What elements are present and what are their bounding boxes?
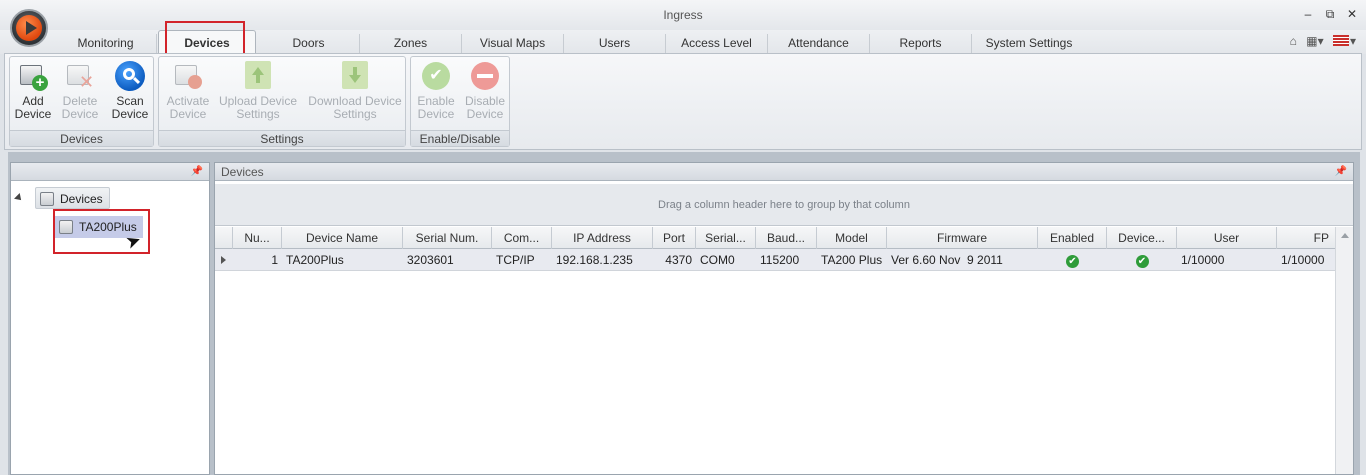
cell-device-name: TA200Plus <box>286 253 344 267</box>
column-header-serial-num[interactable]: Serial Num. <box>403 227 492 249</box>
disable-device-button[interactable]: Disable Device <box>463 61 507 121</box>
delete-device-label-2: Device <box>61 107 99 121</box>
column-header-model[interactable]: Model <box>817 227 887 249</box>
tab-system-settings[interactable]: System Settings <box>972 34 1086 54</box>
grid-header: Nu... Device Name Serial Num. Com... IP … <box>215 227 1335 249</box>
download-settings-icon <box>340 61 370 91</box>
device-tree-header: 📌 <box>11 163 209 181</box>
delete-device-button[interactable]: ✕ Delete Device <box>60 61 100 121</box>
cell-device-status: ✔ <box>1107 249 1177 271</box>
scan-device-label-2: Device <box>111 107 149 121</box>
group-by-area[interactable]: Drag a column header here to group by th… <box>215 184 1353 226</box>
row-indicator-icon <box>221 256 226 264</box>
cell-baud: 115200 <box>760 253 800 267</box>
vertical-scrollbar[interactable] <box>1335 227 1353 474</box>
column-header-firmware[interactable]: Firmware <box>887 227 1038 249</box>
ribbon-group-enable-disable: ✔ Enable Device Disable Device Enable/Di… <box>410 56 510 147</box>
check-icon: ✔ <box>1135 255 1149 268</box>
window-title: Ingress <box>663 8 703 22</box>
column-header-device-name[interactable]: Device Name <box>282 227 403 249</box>
device-group-icon <box>40 192 54 206</box>
style-switcher-icon[interactable]: ▦▾ <box>1306 34 1323 48</box>
pin-icon[interactable]: 📌 <box>191 163 203 181</box>
scan-device-button[interactable]: Scan Device <box>108 61 152 121</box>
enable-device-icon: ✔ <box>421 61 451 91</box>
activate-device-button[interactable]: Activate Device <box>163 61 213 121</box>
column-header-ip-address[interactable]: IP Address <box>552 227 653 249</box>
add-device-button[interactable]: + Add Device <box>14 61 52 121</box>
play-icon <box>26 21 37 35</box>
download-settings-label-2: Settings <box>333 107 377 121</box>
delete-device-icon: ✕ <box>65 61 95 91</box>
devices-panel-title: Devices <box>221 165 264 179</box>
column-header-baud[interactable]: Baud... <box>756 227 817 249</box>
tab-attendance[interactable]: Attendance <box>768 34 870 54</box>
column-header-user[interactable]: User <box>1177 227 1277 249</box>
tree-expand-icon[interactable] <box>14 193 24 203</box>
cell-user: 1/10000 <box>1181 253 1225 267</box>
tab-reports[interactable]: Reports <box>870 34 972 54</box>
tab-devices-highlight <box>165 21 245 55</box>
app-menu-button[interactable] <box>10 9 48 47</box>
upload-settings-label-2: Settings <box>236 107 280 121</box>
tab-monitoring[interactable]: Monitoring <box>55 34 157 54</box>
ribbon-group-settings: Activate Device Upload Device Settings D… <box>158 56 406 147</box>
add-device-icon: + <box>18 61 48 91</box>
tab-zones[interactable]: Zones <box>360 34 462 54</box>
tree-node-devices[interactable]: Devices <box>35 187 110 209</box>
cell-port: 4370 <box>665 253 692 267</box>
cell-com: TCP/IP <box>496 253 535 267</box>
activate-device-icon <box>173 61 203 91</box>
download-device-settings-button[interactable]: Download Device Settings <box>307 61 403 121</box>
column-header-com[interactable]: Com... <box>492 227 552 249</box>
disable-device-label-2: Device <box>466 107 504 121</box>
column-header-serial[interactable]: Serial... <box>696 227 756 249</box>
tab-visual-maps[interactable]: Visual Maps <box>462 34 564 54</box>
upload-settings-icon <box>243 61 273 91</box>
scroll-up-icon[interactable] <box>1341 233 1349 238</box>
column-header-fp[interactable]: FP <box>1277 227 1335 249</box>
tree-node-devices-label: Devices <box>60 192 103 206</box>
language-flag-icon[interactable] <box>1332 35 1349 46</box>
collapse-ribbon-icon[interactable]: ⌂ <box>1290 34 1297 48</box>
ribbon-group-label-settings: Settings <box>159 130 405 146</box>
column-header-port[interactable]: Port <box>653 227 696 249</box>
tab-bar-tools: ⌂ ▦▾ ▾ <box>1284 34 1356 48</box>
enable-device-button[interactable]: ✔ Enable Device <box>415 61 457 121</box>
cell-model: TA200 Plus <box>821 253 883 267</box>
ribbon-group-label-enable-disable: Enable/Disable <box>411 130 509 146</box>
check-icon: ✔ <box>1066 255 1079 268</box>
cell-firmware: Ver 6.60 Nov 9 2011 <box>891 253 1003 267</box>
devices-grid-panel: Devices 📌 Drag a column header here to g… <box>214 162 1354 475</box>
row-indicator-header <box>215 227 233 249</box>
cell-num: 1 <box>271 253 278 267</box>
column-header-num[interactable]: Nu... <box>233 227 282 249</box>
language-dropdown-icon[interactable]: ▾ <box>1350 34 1356 48</box>
cell-serial: COM0 <box>700 253 735 267</box>
enable-device-label-2: Device <box>417 107 455 121</box>
column-header-device-status[interactable]: Device... <box>1107 227 1177 249</box>
upload-device-settings-button[interactable]: Upload Device Settings <box>217 61 299 121</box>
devices-panel-header: Devices 📌 <box>215 163 1353 181</box>
tab-access-level[interactable]: Access Level <box>666 34 768 54</box>
cell-ip-address: 192.168.1.235 <box>556 253 633 267</box>
ribbon: + Add Device ✕ Delete Device Scan Device… <box>4 53 1362 150</box>
minimize-button[interactable]: – <box>1300 6 1316 22</box>
cell-enabled: ✔ <box>1038 249 1107 271</box>
scan-device-icon <box>115 61 145 91</box>
activate-device-label-2: Device <box>169 107 207 121</box>
add-device-label-2: Device <box>14 107 52 121</box>
ribbon-group-devices: + Add Device ✕ Delete Device Scan Device… <box>9 56 154 147</box>
cell-fp: 1/10000 <box>1281 253 1325 267</box>
close-button[interactable]: ✕ <box>1344 6 1360 22</box>
tab-users[interactable]: Users <box>564 34 666 54</box>
disable-device-icon <box>470 61 500 91</box>
table-row[interactable]: 1 TA200Plus 3203601 TCP/IP 192.168.1.235… <box>215 249 1335 271</box>
restore-button[interactable]: ⧉ <box>1322 6 1338 22</box>
ribbon-group-label-devices: Devices <box>10 130 153 146</box>
cell-serial-num: 3203601 <box>407 253 454 267</box>
column-header-enabled[interactable]: Enabled <box>1038 227 1107 249</box>
tab-doors[interactable]: Doors <box>258 34 360 54</box>
pin-icon[interactable]: 📌 <box>1335 163 1347 181</box>
